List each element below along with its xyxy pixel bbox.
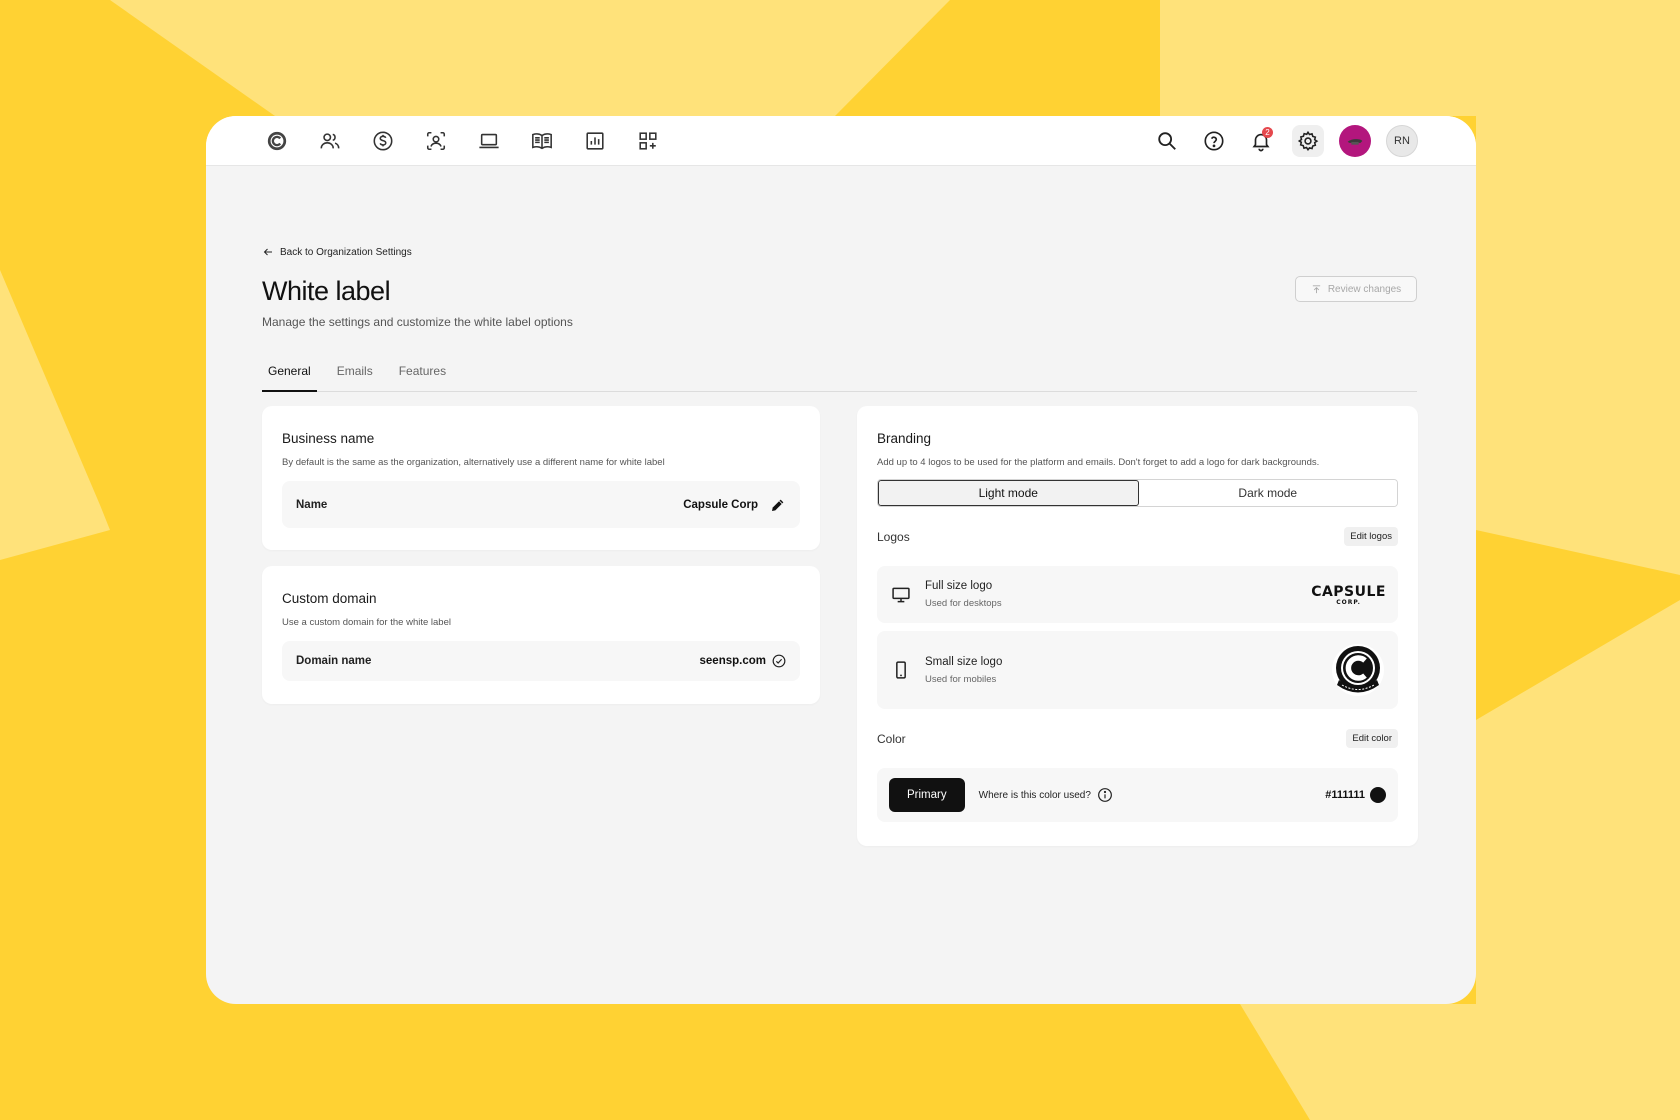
- tab-bar: General Emails Features: [262, 362, 1417, 392]
- color-swatch: [1370, 787, 1386, 803]
- book-icon[interactable]: [529, 128, 555, 154]
- help-icon[interactable]: [1198, 125, 1230, 157]
- back-link[interactable]: Back to Organization Settings: [262, 246, 412, 258]
- mode-toggle: Light mode Dark mode: [877, 479, 1398, 507]
- custom-domain-card: Custom domain Use a custom domain for th…: [262, 566, 820, 704]
- business-name-value: Capsule Corp: [683, 498, 758, 511]
- upload-icon: [1312, 284, 1320, 293]
- dark-mode-button[interactable]: Dark mode: [1138, 480, 1397, 506]
- review-changes-button[interactable]: Review changes: [1295, 276, 1417, 302]
- color-hex: #111111: [1325, 789, 1365, 801]
- edit-color-button[interactable]: Edit color: [1346, 729, 1398, 748]
- full-size-logo-row[interactable]: Full size logo Used for desktops CAPSULE…: [877, 566, 1398, 623]
- page-subtitle: Manage the settings and customize the wh…: [262, 315, 573, 329]
- laptop-icon[interactable]: [476, 128, 502, 154]
- field-label: Domain name: [296, 655, 372, 667]
- business-name-card: Business name By default is the same as …: [262, 406, 820, 550]
- notification-badge: 2: [1262, 126, 1273, 138]
- capsule-logo-icon[interactable]: [264, 128, 290, 154]
- bell-icon[interactable]: 2: [1245, 125, 1277, 157]
- info-icon[interactable]: [1097, 787, 1113, 803]
- tab-general[interactable]: General: [262, 362, 317, 392]
- name-field: Name Capsule Corp: [282, 481, 800, 528]
- branding-card: Branding Add up to 4 logos to be used fo…: [857, 406, 1418, 846]
- field-value: Capsule Corp: [683, 497, 786, 513]
- search-icon[interactable]: [1151, 125, 1183, 157]
- arrow-left-icon: [263, 248, 272, 256]
- wordmark-subtext: CORP.: [1336, 598, 1361, 606]
- review-changes-label: Review changes: [1327, 283, 1402, 295]
- card-description: By default is the same as the organizati…: [282, 457, 665, 468]
- back-link-label: Back to Organization Settings: [280, 246, 412, 258]
- wordmark-text: CAPSULE: [1311, 583, 1386, 600]
- gear-icon[interactable]: [1292, 124, 1324, 157]
- monitor-icon: [892, 587, 910, 602]
- dollar-icon[interactable]: [370, 128, 396, 154]
- smartphone-icon: [896, 661, 906, 679]
- color-value: #111111: [1325, 787, 1386, 803]
- color-header: Color Edit color: [877, 729, 1398, 748]
- organization-avatar[interactable]: [1339, 124, 1371, 157]
- tab-emails[interactable]: Emails: [331, 362, 379, 392]
- logo-usage: Used for mobiles: [925, 673, 997, 685]
- card-description: Add up to 4 logos to be used for the pla…: [877, 457, 1320, 468]
- card-title: Business name: [282, 431, 375, 446]
- color-info: Primary Where is this color used?: [889, 778, 1113, 812]
- edit-logos-button[interactable]: Edit logos: [1344, 527, 1398, 546]
- primary-color-button[interactable]: Primary: [889, 778, 965, 812]
- card-title: Branding: [877, 431, 932, 446]
- logo-name: Full size logo: [925, 580, 993, 592]
- capsule-corp-emblem-logo: [1332, 644, 1384, 696]
- field-label: Name: [296, 498, 328, 511]
- nav-left: [264, 128, 688, 154]
- edit-pencil-icon[interactable]: [770, 497, 786, 513]
- color-label: Color: [877, 731, 906, 746]
- top-navigation: 2 RN: [206, 116, 1476, 166]
- contacts-icon[interactable]: [423, 128, 449, 154]
- logos-header: Logos Edit logos: [877, 527, 1398, 546]
- field-value: seensp.com: [700, 654, 786, 668]
- card-description: Use a custom domain for the white label: [282, 617, 451, 628]
- primary-color-row: Primary Where is this color used? #11111…: [877, 768, 1398, 822]
- color-help-text: Where is this color used?: [978, 789, 1091, 801]
- color-help: Where is this color used?: [979, 787, 1113, 803]
- logo-info: Small size logo Used for mobiles: [891, 656, 1002, 685]
- card-title: Custom domain: [282, 591, 377, 606]
- logo-usage: Used for desktops: [925, 598, 1002, 609]
- chart-icon[interactable]: [582, 128, 608, 154]
- app-window: 2 RN Back to Organization Settings White…: [206, 116, 1476, 1004]
- small-size-logo-row[interactable]: Small size logo Used for mobiles: [877, 631, 1398, 709]
- users-icon[interactable]: [317, 128, 343, 154]
- capsule-wordmark-logo: CAPSULE CORP.: [1311, 584, 1386, 606]
- user-avatar[interactable]: RN: [1386, 124, 1418, 157]
- logo-name: Small size logo: [925, 655, 1003, 668]
- page-title: White label: [262, 276, 391, 306]
- domain-field: Domain name seensp.com: [282, 641, 800, 681]
- logo-info: Full size logo Used for desktops: [891, 580, 1002, 609]
- domain-value: seensp.com: [699, 655, 766, 667]
- logos-label: Logos: [877, 529, 910, 544]
- tab-features[interactable]: Features: [393, 362, 452, 392]
- nav-right: 2 RN: [1136, 124, 1418, 157]
- apps-add-icon[interactable]: [635, 128, 661, 154]
- light-mode-button[interactable]: Light mode: [878, 480, 1139, 506]
- check-circle-icon: [772, 654, 786, 668]
